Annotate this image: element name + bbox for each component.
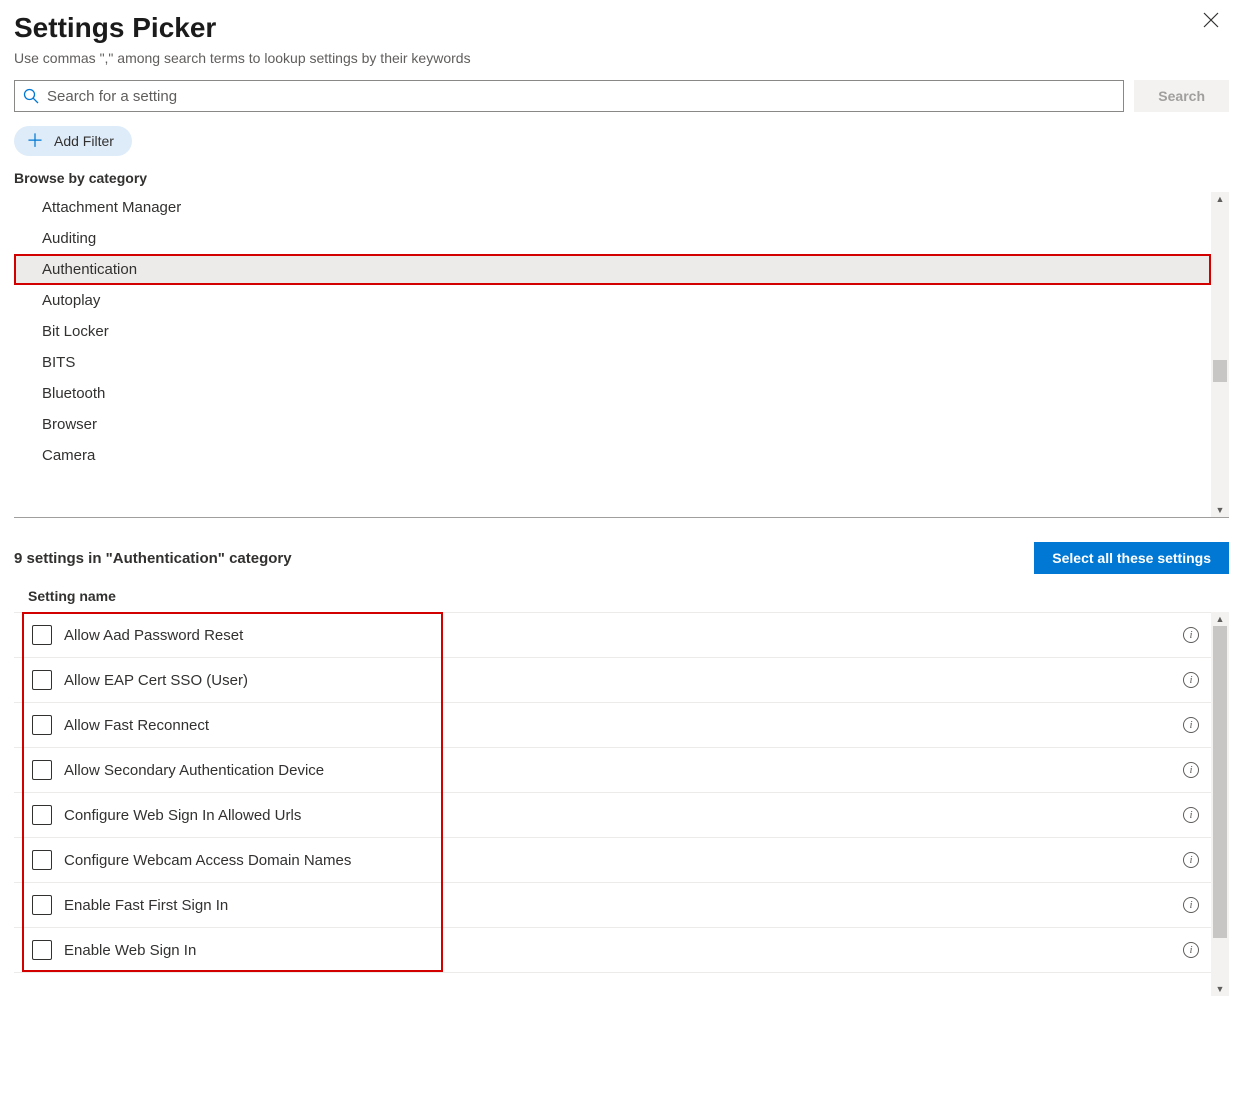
setting-row[interactable]: Enable Web Sign Ini bbox=[14, 928, 1211, 973]
scroll-down-icon[interactable]: ▼ bbox=[1211, 982, 1229, 996]
info-icon[interactable]: i bbox=[1183, 672, 1199, 688]
setting-label: Allow Fast Reconnect bbox=[64, 717, 1183, 734]
info-icon[interactable]: i bbox=[1183, 762, 1199, 778]
category-item[interactable]: Autoplay bbox=[14, 285, 1211, 316]
setting-label: Configure Web Sign In Allowed Urls bbox=[64, 807, 1183, 824]
settings-scrollbar[interactable]: ▲ ▼ bbox=[1211, 612, 1229, 996]
setting-row[interactable]: Allow EAP Cert SSO (User)i bbox=[14, 658, 1211, 703]
panel-title: Settings Picker bbox=[14, 12, 216, 44]
category-item[interactable]: Camera bbox=[14, 440, 1211, 471]
scroll-thumb[interactable] bbox=[1213, 626, 1227, 938]
category-item[interactable]: Auditing bbox=[14, 223, 1211, 254]
add-filter-button[interactable]: ＋ Add Filter bbox=[14, 126, 132, 156]
search-icon bbox=[23, 88, 39, 104]
setting-checkbox[interactable] bbox=[32, 895, 52, 915]
search-input[interactable] bbox=[47, 81, 1123, 111]
category-item[interactable]: Authentication bbox=[14, 254, 1211, 285]
info-icon[interactable]: i bbox=[1183, 852, 1199, 868]
info-icon[interactable]: i bbox=[1183, 807, 1199, 823]
setting-checkbox[interactable] bbox=[32, 850, 52, 870]
panel-header: Settings Picker bbox=[14, 8, 1229, 44]
search-button[interactable]: Search bbox=[1134, 80, 1229, 112]
setting-row[interactable]: Configure Webcam Access Domain Namesi bbox=[14, 838, 1211, 883]
scroll-down-icon[interactable]: ▼ bbox=[1211, 503, 1229, 517]
filter-row: ＋ Add Filter bbox=[14, 126, 1229, 156]
setting-label: Configure Webcam Access Domain Names bbox=[64, 852, 1183, 869]
scroll-thumb[interactable] bbox=[1213, 360, 1227, 382]
category-scrollbar[interactable]: ▲ ▼ bbox=[1211, 192, 1229, 517]
close-button[interactable] bbox=[1203, 8, 1229, 32]
setting-label: Allow EAP Cert SSO (User) bbox=[64, 672, 1183, 689]
plus-icon: ＋ bbox=[26, 132, 44, 150]
info-icon[interactable]: i bbox=[1183, 627, 1199, 643]
settings-area: Allow Aad Password ResetiAllow EAP Cert … bbox=[14, 612, 1229, 996]
setting-row[interactable]: Configure Web Sign In Allowed Urlsi bbox=[14, 793, 1211, 838]
results-count: 9 settings in "Authentication" category bbox=[14, 550, 292, 567]
setting-checkbox[interactable] bbox=[32, 670, 52, 690]
category-item[interactable]: Bluetooth bbox=[14, 378, 1211, 409]
setting-row[interactable]: Allow Aad Password Reseti bbox=[14, 613, 1211, 658]
setting-checkbox[interactable] bbox=[32, 805, 52, 825]
setting-row[interactable]: Allow Fast Reconnecti bbox=[14, 703, 1211, 748]
category-item[interactable]: Attachment Manager bbox=[14, 192, 1211, 223]
scroll-up-icon[interactable]: ▲ bbox=[1211, 192, 1229, 206]
setting-label: Enable Web Sign In bbox=[64, 942, 1183, 959]
setting-label: Allow Aad Password Reset bbox=[64, 627, 1183, 644]
scroll-up-icon[interactable]: ▲ bbox=[1211, 612, 1229, 626]
search-box[interactable] bbox=[14, 80, 1124, 112]
setting-label: Enable Fast First Sign In bbox=[64, 897, 1183, 914]
setting-label: Allow Secondary Authentication Device bbox=[64, 762, 1183, 779]
column-header-setting-name: Setting name bbox=[14, 588, 1229, 604]
select-all-button[interactable]: Select all these settings bbox=[1034, 542, 1229, 574]
category-item[interactable]: Bit Locker bbox=[14, 316, 1211, 347]
setting-row[interactable]: Allow Secondary Authentication Devicei bbox=[14, 748, 1211, 793]
info-icon[interactable]: i bbox=[1183, 717, 1199, 733]
info-icon[interactable]: i bbox=[1183, 942, 1199, 958]
results-header: 9 settings in "Authentication" category … bbox=[14, 542, 1229, 574]
setting-checkbox[interactable] bbox=[32, 715, 52, 735]
search-row: Search bbox=[14, 80, 1229, 112]
add-filter-label: Add Filter bbox=[54, 133, 114, 149]
settings-list[interactable]: Allow Aad Password ResetiAllow EAP Cert … bbox=[14, 612, 1211, 996]
setting-row[interactable]: Enable Fast First Sign Ini bbox=[14, 883, 1211, 928]
setting-checkbox[interactable] bbox=[32, 760, 52, 780]
panel-subtitle: Use commas "," among search terms to loo… bbox=[14, 50, 1229, 66]
info-icon[interactable]: i bbox=[1183, 897, 1199, 913]
category-area: Attachment ManagerAuditingAuthentication… bbox=[14, 192, 1229, 518]
browse-heading: Browse by category bbox=[14, 170, 1229, 186]
category-item[interactable]: Browser bbox=[14, 409, 1211, 440]
setting-checkbox[interactable] bbox=[32, 625, 52, 645]
category-list[interactable]: Attachment ManagerAuditingAuthentication… bbox=[14, 192, 1211, 509]
settings-picker-panel: Settings Picker Use commas "," among sea… bbox=[0, 0, 1243, 996]
category-item[interactable]: BITS bbox=[14, 347, 1211, 378]
close-icon bbox=[1203, 12, 1219, 28]
setting-checkbox[interactable] bbox=[32, 940, 52, 960]
